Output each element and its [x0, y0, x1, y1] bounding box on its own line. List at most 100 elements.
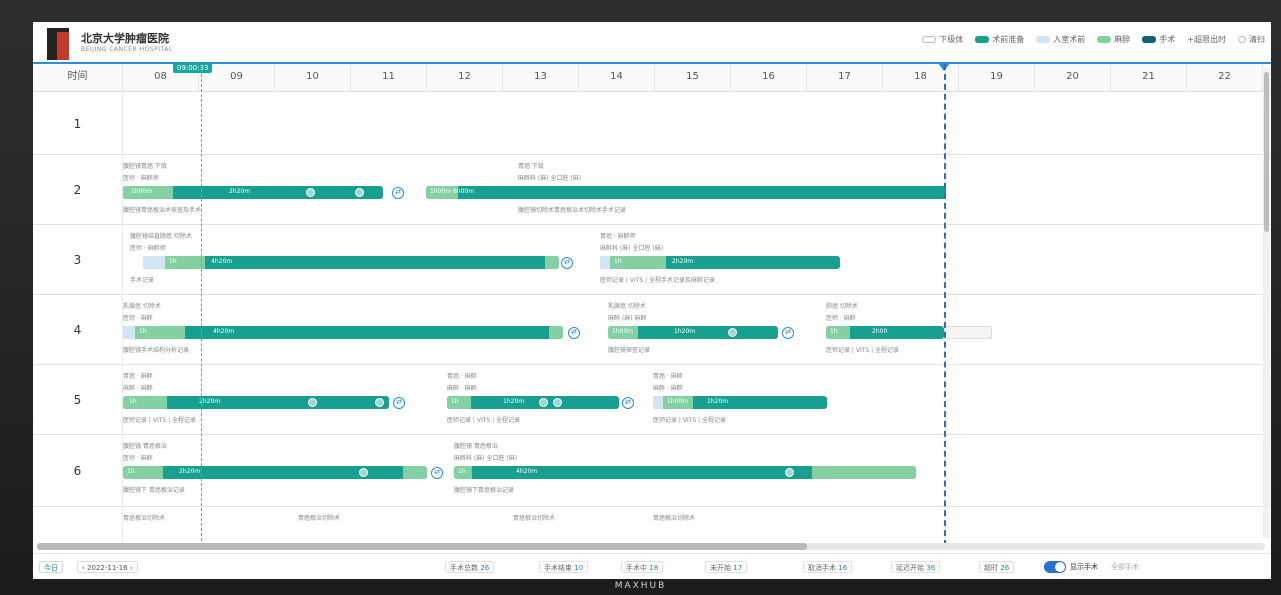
swap-icon[interactable]: ⇄ — [782, 327, 794, 339]
surgery-bar[interactable]: 1h 2h20m — [123, 396, 389, 409]
logo-subtitle: BEIJING CANCER HOSPITAL — [81, 46, 173, 53]
surgery-note: 腹腔镜探查记录 — [608, 347, 651, 354]
bar-duration: 2h00 — [872, 328, 888, 335]
legend-item: +超限出时 — [1187, 34, 1226, 45]
surgery-title: 胃癌根治切除术 — [123, 515, 166, 522]
swap-icon[interactable]: ⇄ — [392, 187, 404, 199]
surgery-bar[interactable]: 1h 2h20m — [600, 256, 840, 269]
show-surgery-toggle[interactable] — [1044, 561, 1066, 573]
bar-duration: 2h20m — [179, 468, 201, 475]
legend-label: 麻醉 — [1114, 35, 1131, 44]
legend-label: 手术 — [1159, 35, 1176, 44]
surgery-bar[interactable]: 1h 4h20m — [143, 256, 559, 269]
horizontal-scrollbar[interactable] — [37, 543, 1265, 550]
stat-in-progress: 手术中 18 — [621, 561, 664, 573]
room-number: 4 — [33, 295, 123, 364]
legend-label: +超限出时 — [1187, 35, 1226, 44]
hour-label: 13 — [503, 64, 579, 92]
surgery-title: 腹腔镜胃癌 下级 — [123, 163, 167, 170]
hour-label: 14 — [579, 64, 655, 92]
status-dot-icon — [785, 468, 794, 477]
surgery-bar[interactable]: 1h 1h20m — [447, 396, 619, 409]
current-time-line — [201, 64, 202, 546]
hour-label: 17 — [807, 64, 883, 92]
surgery-note: 医师记录 | VITS | 全程手术记录及麻醉记录 — [600, 277, 716, 284]
legend-swatch — [1097, 36, 1112, 43]
surgery-bar[interactable]: 1h00m 2h20m — [123, 186, 383, 199]
surgery-note: 医师记录 | VITS | 全程记录 — [653, 417, 727, 424]
hour-label: 22 — [1187, 64, 1263, 92]
surgery-title: 胃癌 下级 — [518, 163, 544, 170]
bar-duration: 1h — [451, 398, 459, 405]
surgery-bar[interactable]: 1h00m 1h20m — [608, 326, 778, 339]
bar-duration: 2h20m — [229, 188, 251, 195]
room-number: 1 — [33, 93, 123, 154]
bar-duration: 1h — [139, 328, 147, 335]
bar-duration: 4h20m — [516, 468, 538, 475]
surgery-title: 胃癌根治切除术 — [513, 515, 556, 522]
surgery-bar[interactable]: 1h00m 6h00m — [426, 186, 946, 199]
legend-item: 入室术前 — [1036, 34, 1085, 45]
stat-total: 手术总数 26 — [445, 561, 495, 573]
surgery-bar[interactable]: 1h 4h20m — [123, 326, 563, 339]
surgery-title: 胃癌 · 麻醉 — [123, 373, 153, 380]
surgery-bar[interactable]: 1h 4h20m — [454, 466, 916, 479]
status-dot-icon — [375, 398, 384, 407]
room-row: 3 腹腔镜结直肠癌 切除术 医师 · 麻醉师 1h 4h20m ⇄ 手术记录 胃… — [33, 225, 1271, 295]
status-dot-icon — [359, 468, 368, 477]
swap-icon[interactable]: ⇄ — [568, 327, 580, 339]
today-button[interactable]: 今日 — [39, 561, 63, 573]
bar-duration: 1h00m — [667, 398, 689, 405]
bar-duration: 1h20m — [503, 398, 525, 405]
bar-duration: 1h — [458, 468, 466, 475]
date-value: 2022-11-16 — [87, 564, 128, 572]
vertical-scroll-thumb[interactable] — [1264, 72, 1269, 232]
legend-swatch — [975, 36, 990, 43]
screen: 北京大学肿瘤医院 BEIJING CANCER HOSPITAL 下级体 术前准… — [33, 22, 1271, 579]
surgery-title: 胃癌 · 麻醉 — [447, 373, 477, 380]
bar-duration: 1h — [127, 468, 135, 475]
room-number — [33, 507, 123, 545]
room-number: 2 — [33, 155, 123, 224]
surgery-staff: 医师 · 麻醉师 — [123, 175, 159, 182]
surgery-title: 乳腺癌 切除术 — [608, 303, 646, 310]
bar-duration: 1h00m — [131, 188, 153, 195]
surgery-bar[interactable]: 1h00m 1h20m — [653, 396, 827, 409]
swap-icon[interactable]: ⇄ — [561, 257, 573, 269]
surgery-title: 肺癌 切除术 — [826, 303, 858, 310]
stat-delayed: 延迟开始 36 — [891, 561, 941, 573]
status-dot-icon — [728, 328, 737, 337]
bar-duration: 1h00m — [612, 328, 634, 335]
surgery-staff: 医师 · 麻醉师 — [130, 245, 166, 252]
surgery-title: 胃癌根治切除术 — [298, 515, 341, 522]
status-dot-icon — [355, 188, 364, 197]
swap-icon[interactable]: ⇄ — [622, 397, 634, 409]
surgery-bar[interactable]: 1h 2h20m — [123, 466, 427, 479]
display-brand: MAXHUB — [614, 581, 667, 591]
legend-label: 术前准备 — [992, 35, 1025, 44]
hour-label: 11 — [351, 64, 427, 92]
hour-label: 15 — [655, 64, 731, 92]
surgery-staff: 麻醉科 (麻) 全口腔 (麻) — [454, 455, 518, 462]
room-row: 1 — [33, 93, 1271, 155]
surgery-bar[interactable]: 1h 2h00 — [826, 326, 944, 339]
legend-item: 术前准备 — [975, 34, 1024, 45]
surgery-note: 腹腔镜下 胃癌根治记录 — [123, 487, 185, 494]
surgery-note: 腹腔镜手术结构分析记录 — [123, 347, 190, 354]
top-bar: 北京大学肿瘤医院 BEIJING CANCER HOSPITAL 下级体 术前准… — [33, 22, 1271, 62]
room-row: 胃癌根治切除术 胃癌根治切除术 胃癌根治切除术 胃癌根治切除术 — [33, 507, 1271, 545]
bar-duration: 4h20m — [211, 258, 233, 265]
legend-swatch — [1142, 36, 1157, 43]
date-picker[interactable]: ‹ 2022-11-16 › — [77, 561, 138, 573]
hour-label: 12 — [427, 64, 503, 92]
now-line — [944, 64, 946, 546]
legend-item: 清扫 — [1238, 34, 1265, 45]
status-dot-icon — [553, 398, 562, 407]
hour-label: 16 — [731, 64, 807, 92]
vertical-scrollbar[interactable] — [1263, 68, 1270, 538]
swap-icon[interactable]: ⇄ — [431, 467, 443, 479]
surgery-note: 医师记录 | VITS | 全程记录 — [123, 417, 197, 424]
swap-icon[interactable]: ⇄ — [393, 397, 405, 409]
horizontal-scroll-thumb[interactable] — [37, 543, 807, 550]
legend-item: 手术 — [1142, 34, 1175, 45]
